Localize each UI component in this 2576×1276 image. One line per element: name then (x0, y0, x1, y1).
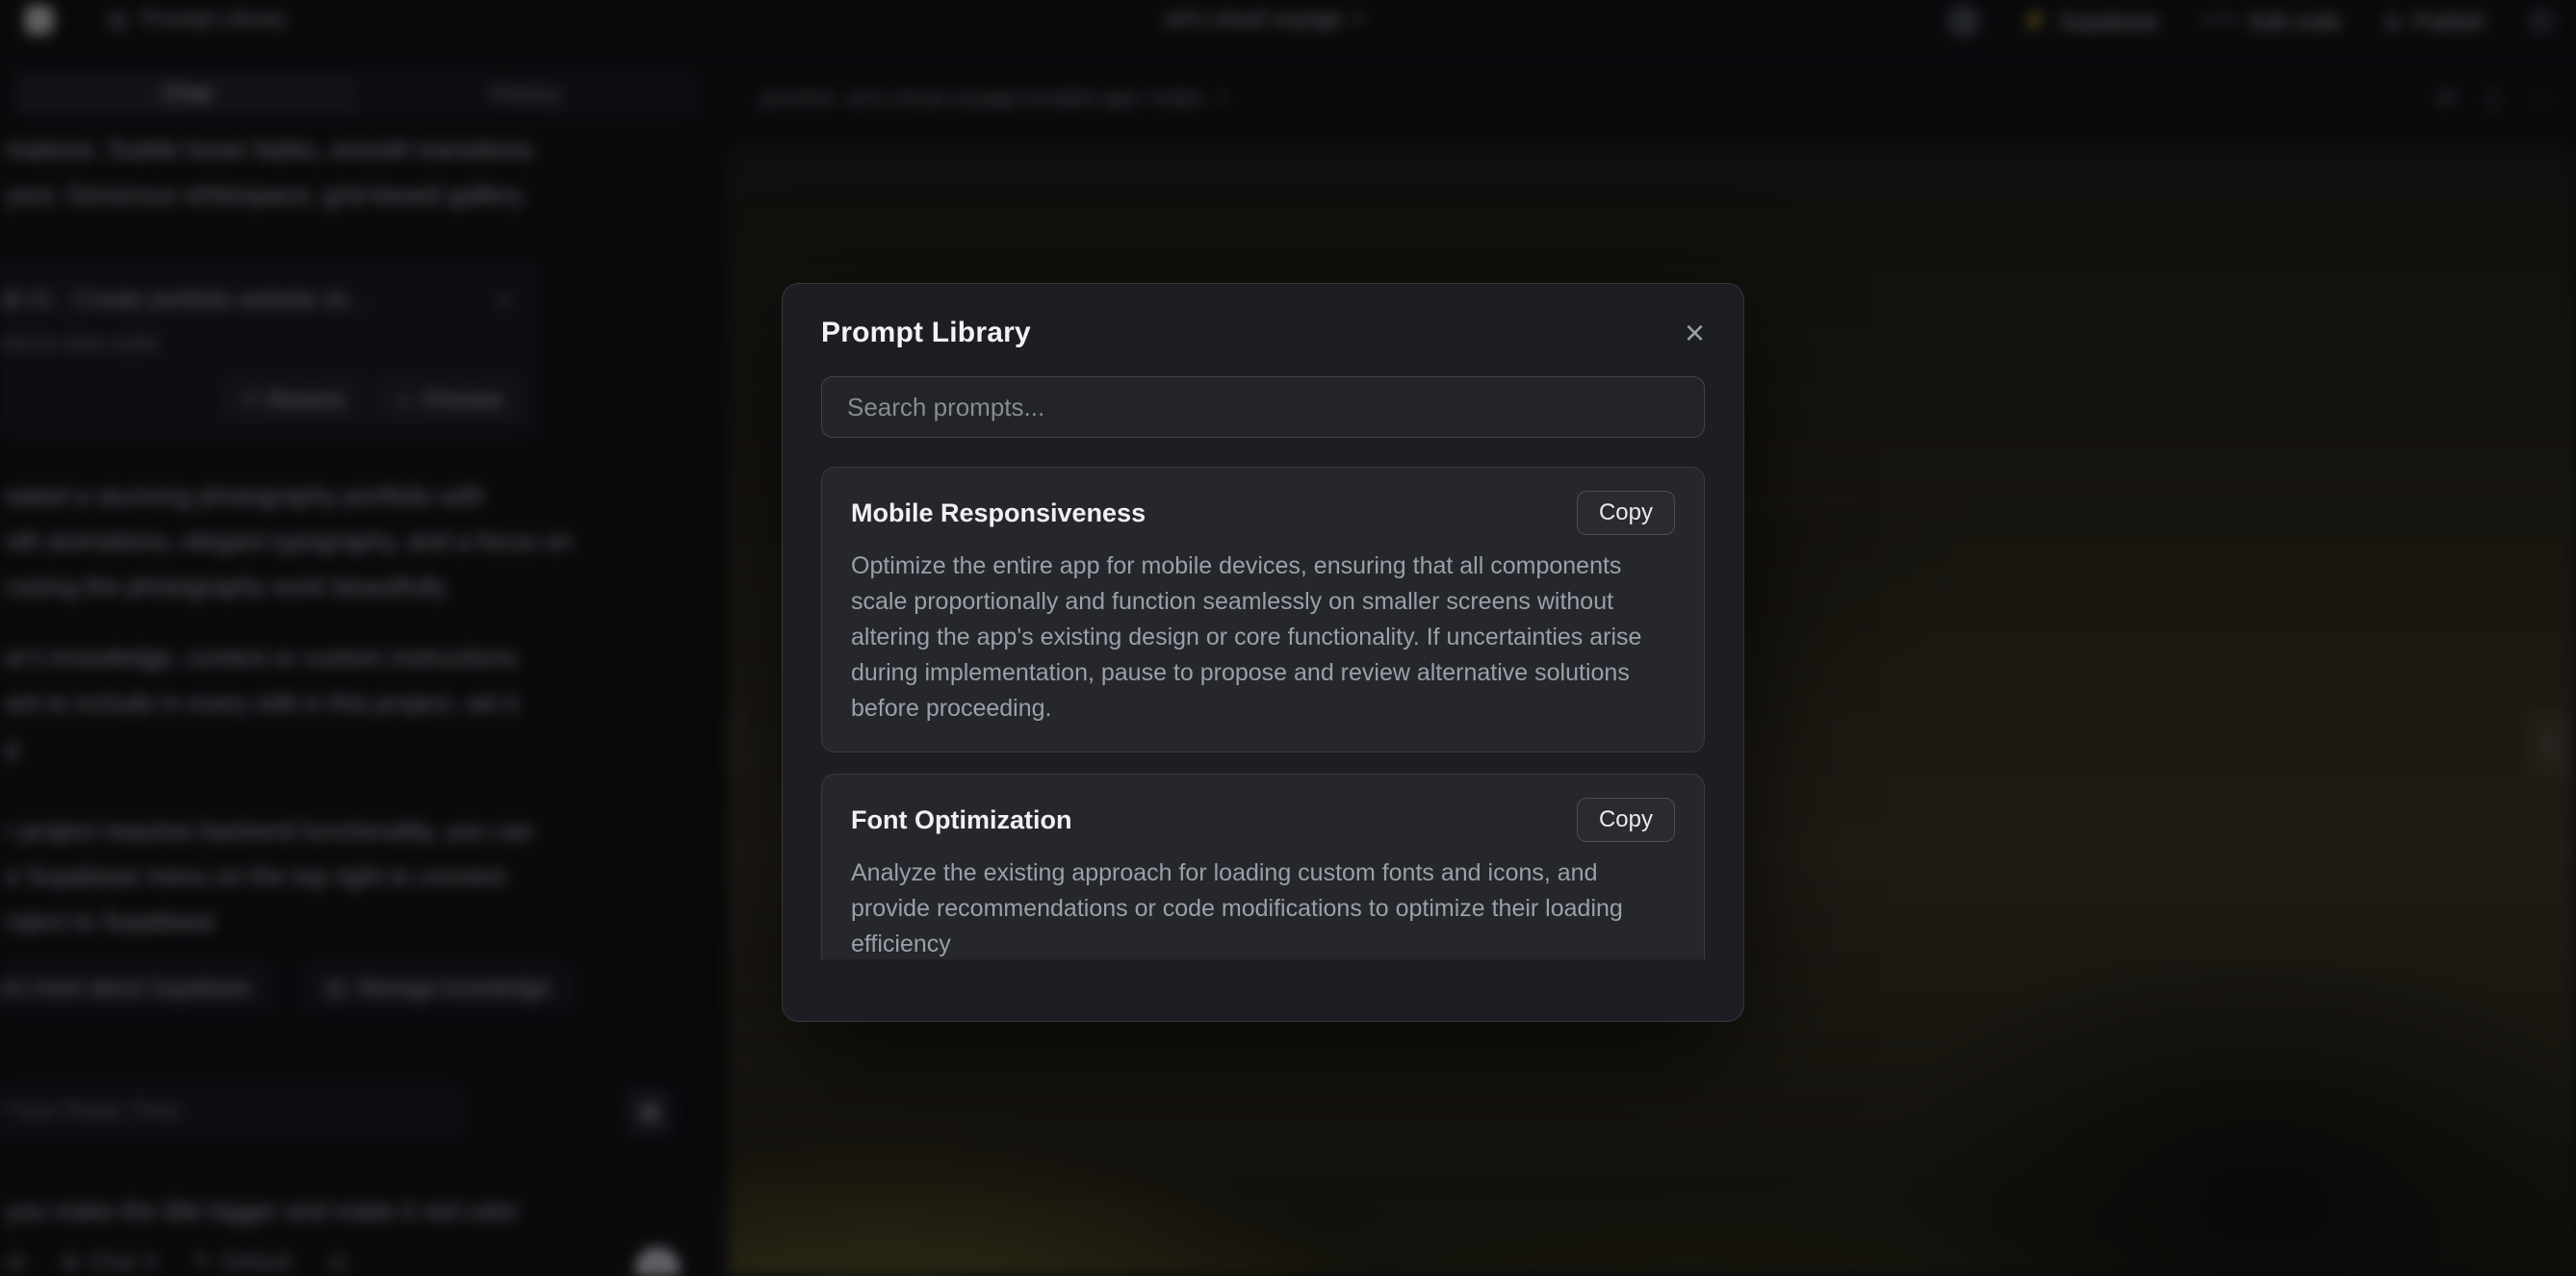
prompt-card: Mobile Responsiveness Copy Optimize the … (821, 467, 1705, 753)
modal-title: Prompt Library (821, 317, 1031, 349)
prompt-description: Analyze the existing approach for loadin… (851, 855, 1675, 959)
copy-button[interactable]: Copy (1577, 491, 1675, 535)
close-icon[interactable]: × (1685, 319, 1705, 347)
prompt-library-modal: Prompt Library × Mobile Responsiveness C… (782, 283, 1744, 1022)
prompt-card: Font Optimization Copy Analyze the exist… (821, 774, 1705, 959)
prompt-title: Mobile Responsiveness (851, 498, 1146, 528)
prompt-list: Mobile Responsiveness Copy Optimize the … (821, 467, 1705, 959)
prompt-title: Font Optimization (851, 805, 1071, 835)
copy-button[interactable]: Copy (1577, 798, 1675, 842)
prompt-search-input[interactable] (821, 376, 1705, 438)
prompt-description: Optimize the entire app for mobile devic… (851, 549, 1675, 727)
